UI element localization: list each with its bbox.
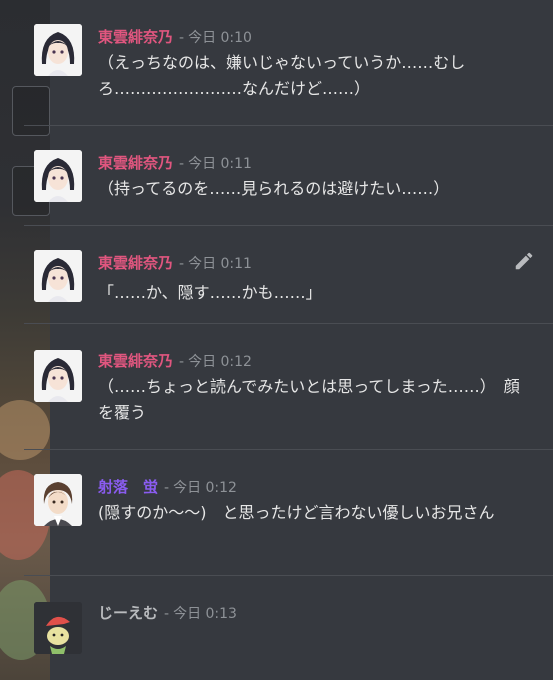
- message-item[interactable]: じーえむ - 今日 0:13: [24, 576, 553, 680]
- avatar-girl-icon: [34, 150, 82, 202]
- avatar-mascot-icon: [34, 602, 82, 654]
- avatar[interactable]: [34, 24, 82, 76]
- message-item[interactable]: 東雲緋奈乃 - 今日 0:11 （持ってるのを……見られるのは避けたい……）: [24, 126, 553, 226]
- avatar[interactable]: [34, 150, 82, 202]
- timestamp: 今日 0:11: [188, 256, 252, 272]
- timestamp: 今日 0:10: [188, 30, 252, 46]
- timestamp: 今日 0:13: [173, 606, 237, 622]
- timestamp: 今日 0:12: [173, 480, 237, 496]
- timestamp: 今日 0:11: [188, 156, 252, 172]
- author-name[interactable]: 東雲緋奈乃: [98, 350, 173, 371]
- author-name[interactable]: 射落 蛍: [98, 476, 158, 497]
- author-name[interactable]: 東雲緋奈乃: [98, 26, 173, 47]
- pencil-icon[interactable]: [513, 250, 535, 272]
- timestamp-separator: -: [179, 354, 185, 370]
- message-text: （えっちなのは、嫌いじゃないっていうか……むしろ……………………なんだけど……）: [98, 53, 466, 98]
- avatar-girl-icon: [34, 250, 82, 302]
- avatar[interactable]: [34, 350, 82, 402]
- timestamp-separator: -: [179, 256, 185, 272]
- avatar[interactable]: [34, 602, 82, 654]
- avatar-boy-icon: [34, 474, 82, 526]
- timestamp-separator: -: [164, 480, 170, 496]
- timestamp-separator: -: [179, 30, 185, 46]
- message-item[interactable]: 射落 蛍 - 今日 0:12 (隠すのか〜〜) と思ったけど言わない優しいお兄さ…: [24, 450, 553, 576]
- timestamp-separator: -: [179, 156, 185, 172]
- author-name[interactable]: じーえむ: [98, 602, 158, 623]
- message-text: 「……か、隠す……かも……」: [98, 283, 322, 302]
- author-name[interactable]: 東雲緋奈乃: [98, 252, 173, 273]
- author-name[interactable]: 東雲緋奈乃: [98, 152, 173, 173]
- timestamp: 今日 0:12: [188, 354, 252, 370]
- timestamp-separator: -: [164, 606, 170, 622]
- avatar-girl-icon: [34, 24, 82, 76]
- avatar-girl-icon: [34, 350, 82, 402]
- message-item[interactable]: 東雲緋奈乃 - 今日 0:12 （……ちょっと読んでみたいとは思ってしまった………: [24, 324, 553, 450]
- avatar[interactable]: [34, 250, 82, 302]
- message-item[interactable]: 東雲緋奈乃 - 今日 0:11 「……か、隠す……かも……」: [24, 226, 553, 324]
- message-text: （持ってるのを……見られるのは避けたい……）: [98, 179, 450, 198]
- message-item[interactable]: 東雲緋奈乃 - 今日 0:10 （えっちなのは、嫌いじゃないっていうか……むしろ…: [24, 0, 553, 126]
- message-text: (隠すのか〜〜) と思ったけど言わない優しいお兄さん: [98, 503, 495, 522]
- message-text: （……ちょっと読んでみたいとは思ってしまった……） 顔を覆う: [98, 377, 520, 422]
- avatar[interactable]: [34, 474, 82, 526]
